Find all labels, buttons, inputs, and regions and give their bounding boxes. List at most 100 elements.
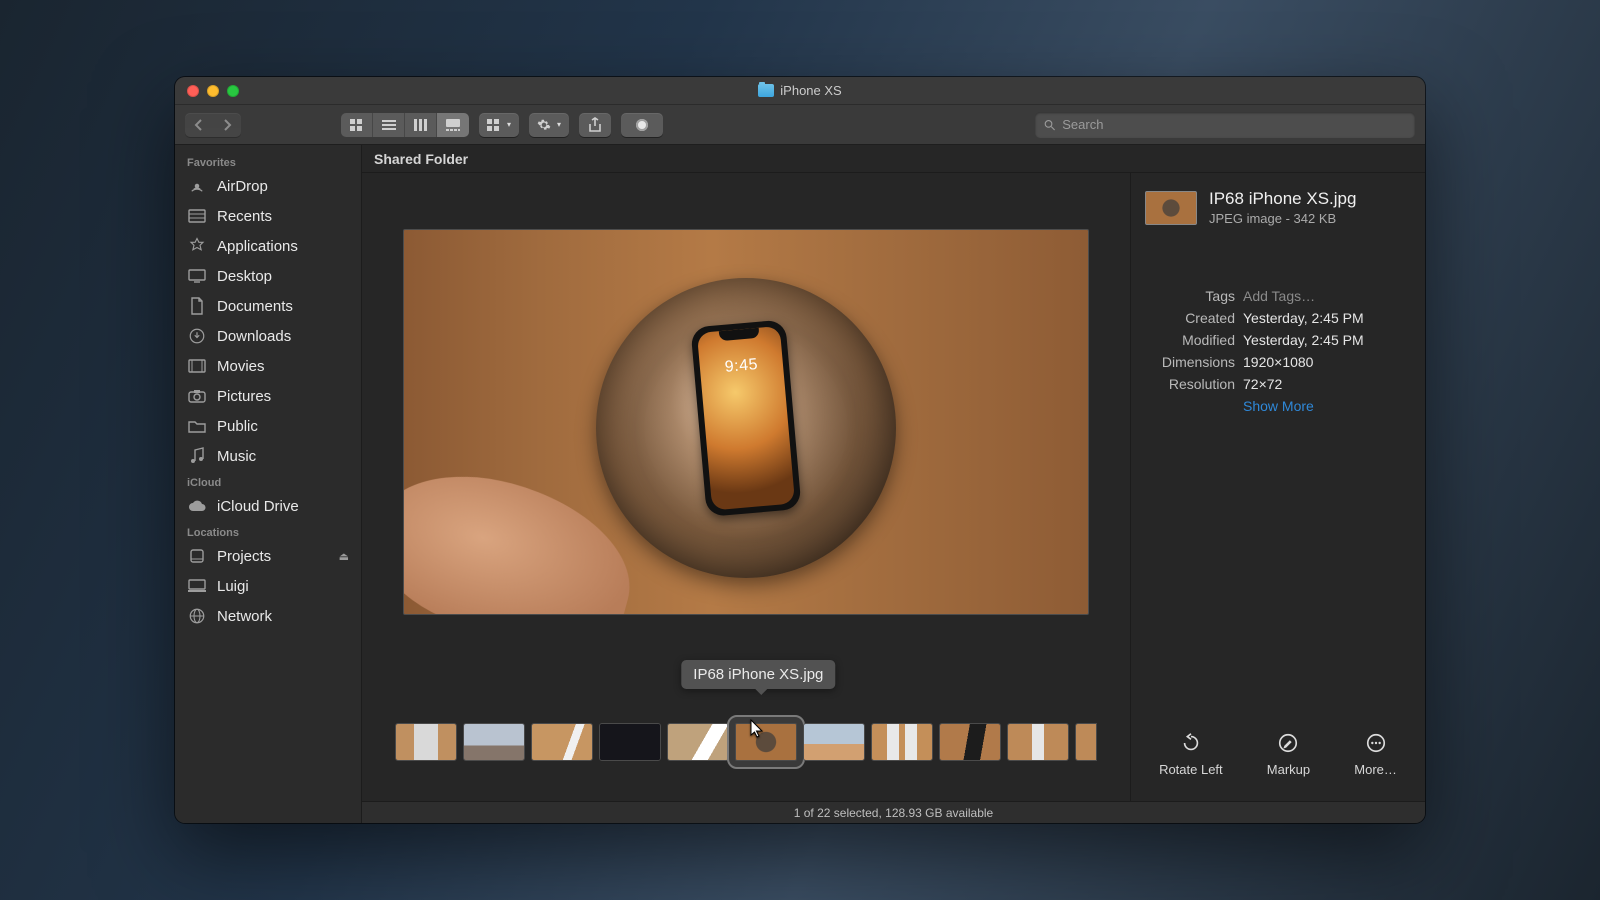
info-thumbnail bbox=[1145, 191, 1197, 225]
sidebar-item-airdrop[interactable]: AirDrop bbox=[175, 171, 361, 201]
info-tags-value[interactable]: Add Tags… bbox=[1243, 288, 1411, 304]
music-icon bbox=[187, 447, 207, 465]
cloud-icon bbox=[187, 499, 207, 513]
status-text: 1 of 22 selected, 128.93 GB available bbox=[794, 806, 993, 820]
window-title: iPhone XS bbox=[780, 83, 841, 98]
sidebar-item-downloads[interactable]: Downloads bbox=[175, 321, 361, 351]
rotate-left-icon bbox=[1178, 730, 1204, 756]
back-button[interactable] bbox=[185, 113, 213, 137]
sidebar-item-network[interactable]: Network bbox=[175, 601, 361, 631]
info-modified-value: Yesterday, 2:45 PM bbox=[1243, 332, 1411, 348]
sidebar-item-music[interactable]: Music bbox=[175, 441, 361, 471]
thumbnail[interactable] bbox=[1007, 723, 1069, 761]
info-dimensions-label: Dimensions bbox=[1145, 354, 1235, 370]
thumbnail-selected[interactable] bbox=[735, 723, 797, 761]
markup-icon bbox=[1275, 730, 1301, 756]
toolbar: ▾ ▾ bbox=[175, 105, 1425, 145]
folder-icon bbox=[187, 419, 207, 433]
sidebar-heading-icloud: iCloud bbox=[175, 471, 361, 491]
info-kind-size: JPEG image - 342 KB bbox=[1209, 211, 1356, 226]
thumbnail[interactable] bbox=[939, 723, 1001, 761]
fullscreen-button[interactable] bbox=[227, 85, 239, 97]
desktop-icon bbox=[187, 269, 207, 283]
chevron-down-icon: ▾ bbox=[507, 120, 511, 129]
sidebar-heading-locations: Locations bbox=[175, 521, 361, 541]
info-tags-label: Tags bbox=[1145, 288, 1235, 304]
markup-action[interactable]: Markup bbox=[1267, 730, 1310, 777]
filename-tooltip: IP68 iPhone XS.jpg bbox=[681, 660, 835, 689]
computer-icon bbox=[187, 579, 207, 593]
gallery-view-button[interactable] bbox=[437, 113, 469, 137]
thumbnail-strip bbox=[362, 723, 1130, 761]
search-icon bbox=[1043, 118, 1056, 132]
search-input[interactable] bbox=[1062, 117, 1407, 132]
column-view-button[interactable] bbox=[405, 113, 437, 137]
sidebar-item-documents[interactable]: Documents bbox=[175, 291, 361, 321]
thumbnail[interactable] bbox=[871, 723, 933, 761]
quick-actions: Rotate Left Markup More… bbox=[1131, 718, 1425, 801]
sidebar-item-movies[interactable]: Movies bbox=[175, 351, 361, 381]
thumbnail[interactable] bbox=[599, 723, 661, 761]
thumbnail[interactable] bbox=[667, 723, 729, 761]
folder-icon bbox=[758, 84, 774, 97]
close-button[interactable] bbox=[187, 85, 199, 97]
finder-window: iPhone XS bbox=[175, 77, 1425, 823]
sidebar-item-public[interactable]: Public bbox=[175, 411, 361, 441]
documents-icon bbox=[187, 297, 207, 315]
action-button[interactable]: ▾ bbox=[529, 113, 569, 137]
movies-icon bbox=[187, 359, 207, 373]
search-field[interactable] bbox=[1035, 112, 1415, 138]
path-label: Shared Folder bbox=[374, 151, 468, 167]
applications-icon bbox=[187, 237, 207, 255]
rotate-left-action[interactable]: Rotate Left bbox=[1159, 730, 1223, 777]
sidebar-item-pictures[interactable]: Pictures bbox=[175, 381, 361, 411]
info-modified-label: Modified bbox=[1145, 332, 1235, 348]
downloads-icon bbox=[187, 327, 207, 345]
recents-icon bbox=[187, 209, 207, 223]
more-action[interactable]: More… bbox=[1354, 730, 1397, 777]
disk-icon bbox=[187, 548, 207, 564]
sidebar-heading-favorites: Favorites bbox=[175, 151, 361, 171]
info-filename: IP68 iPhone XS.jpg bbox=[1209, 189, 1356, 209]
info-created-label: Created bbox=[1145, 310, 1235, 326]
info-resolution-label: Resolution bbox=[1145, 376, 1235, 392]
info-created-value: Yesterday, 2:45 PM bbox=[1243, 310, 1411, 326]
thumbnail[interactable] bbox=[1075, 723, 1097, 761]
window-controls bbox=[175, 85, 239, 97]
thumbnail[interactable] bbox=[803, 723, 865, 761]
arrange-button[interactable]: ▾ bbox=[479, 113, 519, 137]
icon-view-button[interactable] bbox=[341, 113, 373, 137]
sidebar-item-projects[interactable]: Projects⏏ bbox=[175, 541, 361, 571]
path-bar: Shared Folder bbox=[362, 145, 1425, 173]
status-bar: 1 of 22 selected, 128.93 GB available bbox=[362, 801, 1425, 823]
airdrop-icon bbox=[187, 177, 207, 195]
sidebar-item-luigi[interactable]: Luigi bbox=[175, 571, 361, 601]
minimize-button[interactable] bbox=[207, 85, 219, 97]
phone-time: 9:45 bbox=[699, 354, 783, 379]
pictures-icon bbox=[187, 389, 207, 403]
sidebar-item-desktop[interactable]: Desktop bbox=[175, 261, 361, 291]
more-icon bbox=[1363, 730, 1389, 756]
tag-icon bbox=[636, 119, 648, 131]
info-dimensions-value: 1920×1080 bbox=[1243, 354, 1411, 370]
sidebar-item-icloud-drive[interactable]: iCloud Drive bbox=[175, 491, 361, 521]
sidebar: Favorites AirDrop Recents Applications D… bbox=[175, 145, 362, 823]
titlebar: iPhone XS bbox=[175, 77, 1425, 105]
thumbnail[interactable] bbox=[531, 723, 593, 761]
thumbnail[interactable] bbox=[395, 723, 457, 761]
sidebar-item-applications[interactable]: Applications bbox=[175, 231, 361, 261]
tags-button[interactable] bbox=[621, 113, 663, 137]
chevron-down-icon: ▾ bbox=[557, 120, 561, 129]
info-resolution-value: 72×72 bbox=[1243, 376, 1411, 392]
show-more-link[interactable]: Show More bbox=[1131, 392, 1425, 414]
sidebar-item-recents[interactable]: Recents bbox=[175, 201, 361, 231]
share-button[interactable] bbox=[579, 113, 611, 137]
preview-image[interactable]: 9:45 bbox=[403, 229, 1089, 615]
eject-icon[interactable]: ⏏ bbox=[339, 550, 349, 563]
forward-button[interactable] bbox=[213, 113, 241, 137]
gallery-area: 9:45 IP68 iPhone XS.jpg bbox=[362, 173, 1130, 801]
info-panel: IP68 iPhone XS.jpg JPEG image - 342 KB T… bbox=[1130, 173, 1425, 801]
thumbnail[interactable] bbox=[463, 723, 525, 761]
view-switcher[interactable] bbox=[341, 113, 469, 137]
list-view-button[interactable] bbox=[373, 113, 405, 137]
